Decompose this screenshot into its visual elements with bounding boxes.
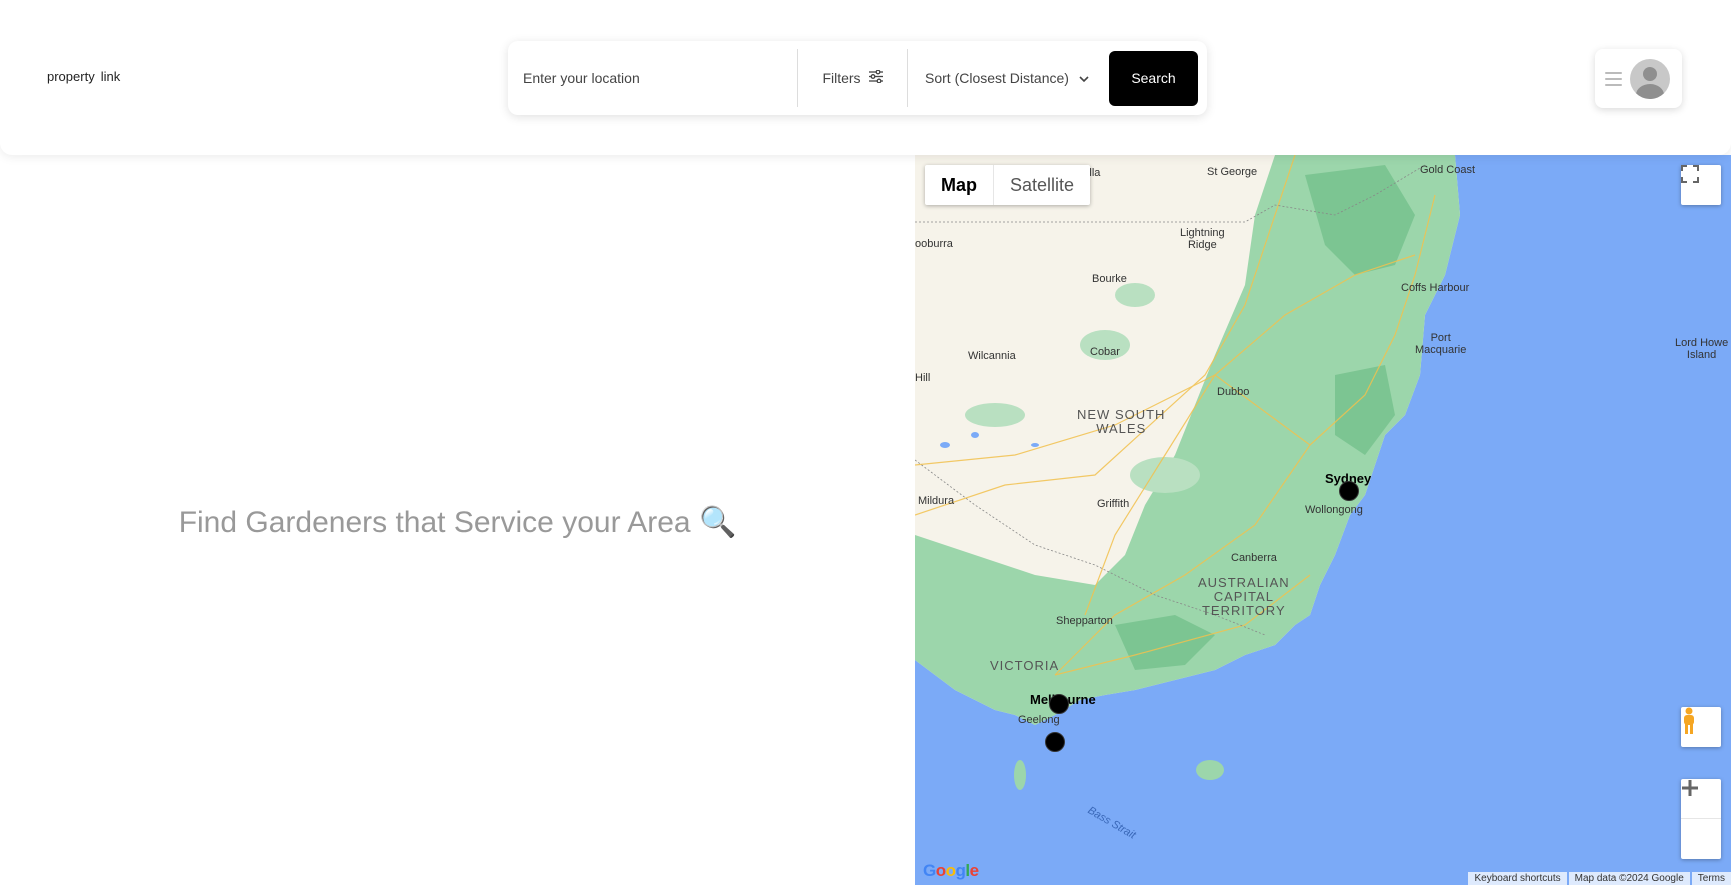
map-type-toggle: Map Satellite [925,165,1091,205]
map-label-lord-howe: Lord Howe Island [1675,337,1729,361]
map-attribution: Keyboard shortcuts Map data ©2024 Google… [1466,872,1731,885]
map-label-act: AUSTRALIAN CAPITAL TERRITORY [1198,575,1290,618]
user-menu-button[interactable] [1595,49,1682,108]
sort-label: Sort (Closest Distance) [925,70,1069,86]
map-label-griffith: Griffith [1097,498,1130,510]
filters-button[interactable]: Filters [798,49,908,107]
map-label-mildura: Mildura [918,495,955,507]
avatar [1630,58,1670,99]
filters-label: Filters [822,70,861,86]
empty-state-message: Find Gardeners that Service your Area 🔍 [178,506,737,539]
map-marker-melbourne[interactable] [1049,694,1069,714]
top-header: property link Filters Sort (Closest Dista… [0,0,1731,155]
hamburger-icon [1605,71,1622,86]
search-bar: Filters Sort (Closest Distance) Search [508,41,1207,115]
map-data-credit: Map data ©2024 Google [1568,872,1690,885]
map-type-satellite-button[interactable]: Satellite [994,165,1090,205]
fullscreen-button[interactable] [1681,165,1721,205]
map-view[interactable]: Gold Coast St George amulla Lightning Ri… [915,155,1731,885]
map-marker-mornington[interactable] [1045,732,1065,752]
map-label-wollongong: Wollongong [1305,504,1363,516]
search-button[interactable]: Search [1109,50,1198,106]
map-label-dubbo: Dubbo [1217,386,1250,398]
results-panel: Find Gardeners that Service your Area 🔍 [0,155,915,887]
map-label-broken-hill: Hill [915,372,931,384]
sort-select[interactable]: Sort (Closest Distance) [908,49,1106,107]
keyboard-shortcuts-link[interactable]: Keyboard shortcuts [1468,872,1567,885]
terms-link[interactable]: Terms [1691,872,1731,885]
logo-word-link: link [100,69,121,84]
location-input[interactable] [508,49,798,107]
map-label-victoria: VICTORIA [990,658,1060,673]
zoom-out-button[interactable] [1681,786,1721,859]
map-label-gold-coast: Gold Coast [1420,164,1476,176]
map-label-bourke: Bourke [1092,273,1127,285]
map-label-wilcannia: Wilcannia [968,350,1016,362]
map-label-coffs-harbour: Coffs Harbour [1401,282,1470,294]
logo-word-property: property [47,69,95,84]
map-label-st-george: St George [1207,166,1258,178]
street-view-pegman[interactable] [1681,707,1721,747]
map-label-lightning-ridge: Lightning Ridge [1180,227,1225,251]
sliders-icon [868,69,883,86]
map-label-geelong: Geelong [1018,714,1060,726]
chevron-down-icon [1079,70,1089,86]
site-logo[interactable]: property link [47,69,126,84]
zoom-controls [1681,779,1721,859]
map-label-ooburra: ooburra [915,238,953,250]
map-label-shepparton: Shepparton [1056,615,1113,627]
map-label-new-south-wales: NEW SOUTH WALES [1077,407,1166,436]
map-label-canberra: Canberra [1231,552,1277,564]
map-marker-sydney[interactable] [1339,481,1359,501]
map-label-cobar: Cobar [1090,346,1120,358]
map-type-map-button[interactable]: Map [925,165,994,205]
map-canvas [915,155,1731,885]
map-label-port-macquarie: Port Macquarie [1415,332,1467,356]
google-logo[interactable]: Google [923,861,979,881]
